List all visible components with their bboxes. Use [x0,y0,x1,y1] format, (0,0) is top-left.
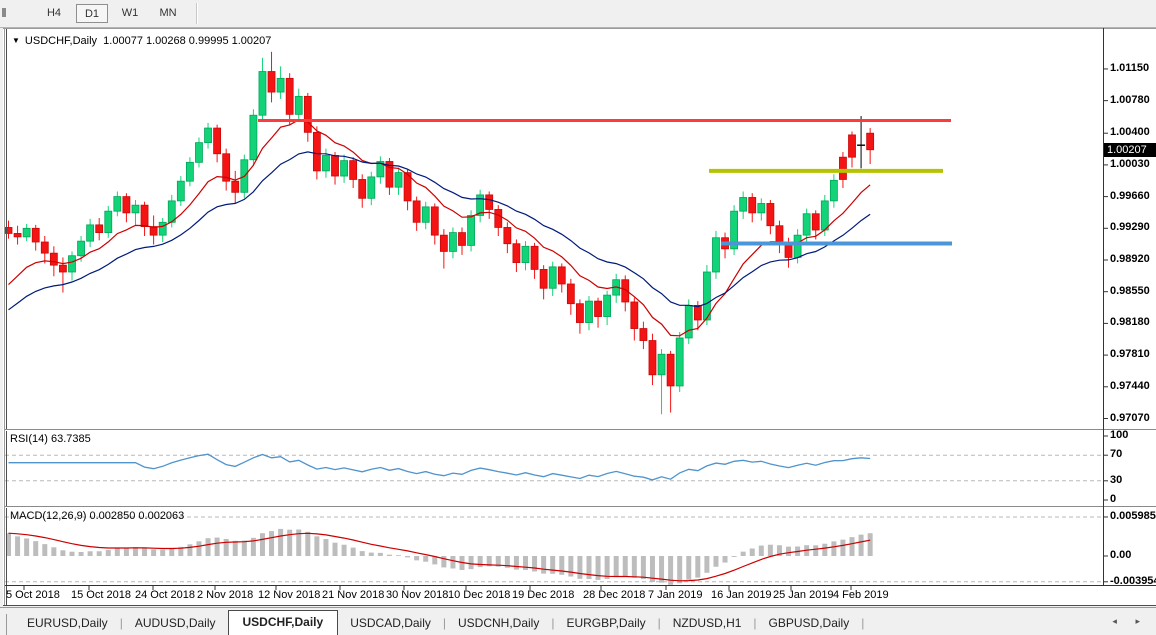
macd-axis-label: 0.00 [1110,549,1132,561]
tab-separator: | [861,616,865,630]
chart-tab-usdcnh[interactable]: USDCNH,Daily [446,612,551,635]
tabbar-edge [0,614,7,635]
date-axis-label: 19 Dec 2018 [512,589,575,601]
price-axis-label: 1.00030 [1110,157,1150,170]
chart-symbol-label: USDCHF,Daily [24,35,98,47]
price-axis-label: 0.97440 [1110,379,1150,392]
chart-ohlc-values: 1.00077 1.00268 0.99995 1.00207 [103,35,272,47]
date-axis-label: 24 Oct 2018 [135,589,195,601]
date-axis-label: 21 Nov 2018 [322,589,385,601]
chart-title: ▼ USDCHF,Daily 1.00077 1.00268 0.99995 1.… [12,35,271,47]
date-axis-label: 30 Nov 2018 [386,589,449,601]
rsi-indicator-label: RSI(14) 63.7385 [10,433,91,445]
date-axis-label: 5 Oct 2018 [6,589,60,601]
date-axis-label: 16 Jan 2019 [711,589,772,601]
current-price-tag: 1.00207 [1104,143,1156,157]
chart-tab-usdcad[interactable]: USDCAD,Daily [338,612,443,635]
rsi-axis-label: 0 [1110,493,1117,505]
price-axis-label: 1.01150 [1110,61,1150,74]
price-axis-label: 0.98550 [1110,284,1150,297]
date-axis-label: 28 Dec 2018 [583,589,646,601]
price-axis-label: 0.99290 [1110,221,1150,234]
rsi-axis-label: 100 [1110,429,1129,441]
date-axis-label: 2 Nov 2018 [197,589,254,601]
date-axis-label: 7 Jan 2019 [648,589,703,601]
chart-tab-eurusd[interactable]: EURUSD,Daily [15,612,120,635]
chart-tab-gbpusd[interactable]: GBPUSD,Daily [757,612,862,635]
price-axis-label: 1.00780 [1110,93,1150,106]
price-axis-label: 0.97070 [1110,411,1150,424]
symbol-dropdown-icon[interactable]: ▼ [12,36,20,45]
macd-indicator-label: MACD(12,26,9) 0.002850 0.002063 [10,510,185,522]
tab-scroll-left-icon[interactable]: ◂ [1112,616,1125,626]
chart-tab-bar: EURUSD,Daily | AUDUSD,Daily USDCHF,Daily USD… [0,607,1156,635]
price-axis-label: 1.00400 [1110,126,1150,139]
date-axis-label: 12 Nov 2018 [258,589,321,601]
chart-tab-nzdusd[interactable]: NZDUSD,H1 [661,612,754,635]
price-axis-label: 0.98180 [1110,316,1150,329]
macd-axis-label: 0.005985 [1110,509,1156,522]
chart-surface[interactable] [0,0,1156,635]
tab-scroll-right-icon[interactable]: ▸ [1135,616,1148,626]
chart-tab-audusd[interactable]: AUDUSD,Daily [123,612,228,635]
date-axis-label: 25 Jan 2019 [773,589,834,601]
macd-axis-label: -0.003954 [1110,574,1156,587]
rsi-axis-label: 30 [1110,473,1123,486]
price-axis-label: 0.98920 [1110,253,1150,265]
date-axis-label: 15 Oct 2018 [71,589,131,601]
chart-tab-usdchf[interactable]: USDCHF,Daily [227,610,339,635]
price-axis-label: 0.99660 [1110,189,1150,202]
rsi-axis-label: 70 [1110,448,1123,461]
date-axis-label: 4 Feb 2019 [833,589,889,601]
date-axis-label: 10 Dec 2018 [448,589,511,601]
price-axis-label: 0.97810 [1110,348,1150,361]
chart-tab-eurgbp[interactable]: EURGBP,Daily [554,612,657,635]
